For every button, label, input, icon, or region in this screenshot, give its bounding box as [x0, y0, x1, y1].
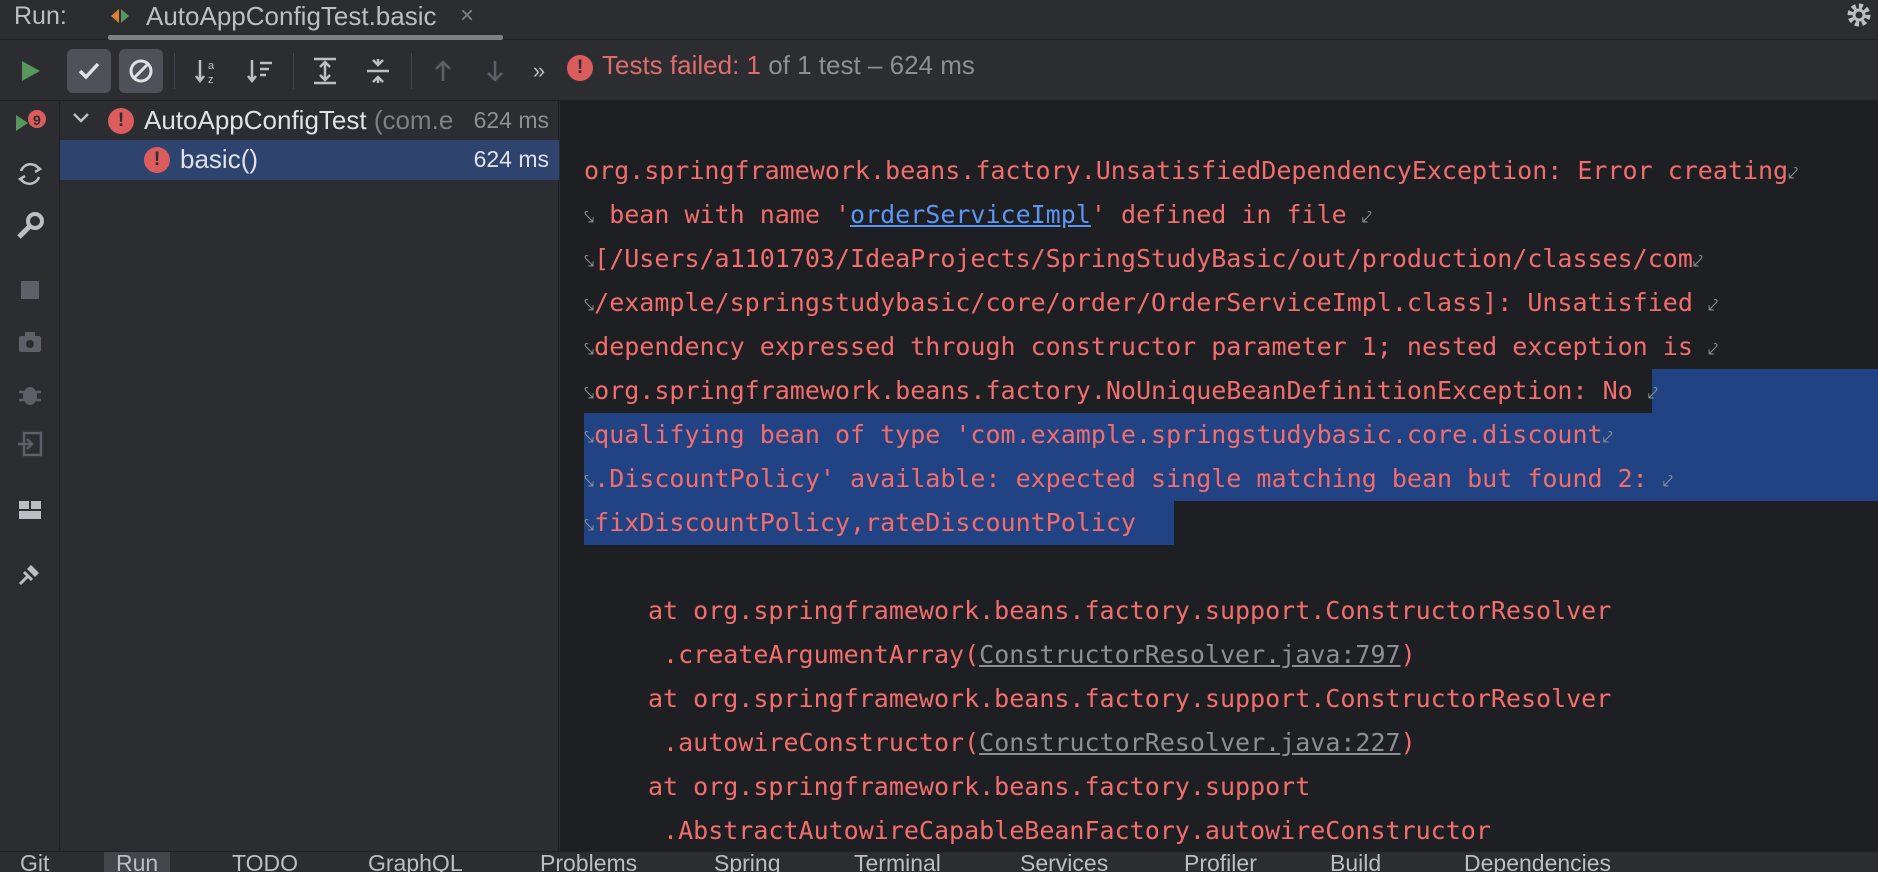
check-icon — [78, 62, 100, 80]
collapse-all-icon — [367, 59, 389, 83]
ignored-icon — [129, 59, 153, 83]
tool-tab-problems[interactable]: Problems — [540, 852, 637, 872]
toggle-auto-test-button[interactable] — [13, 157, 47, 191]
exit-icon — [18, 431, 43, 457]
console-line: ⤥ bean with name 'orderServiceImpl' defi… — [584, 200, 1372, 229]
console-line: ⤥fixDiscountPolicy,rateDiscountPolicy — [584, 508, 1136, 537]
sort-duration-icon — [247, 60, 272, 84]
test-tree: ! AutoAppConfigTest (com.e 624 ms ! basi… — [60, 101, 559, 851]
svg-text:z: z — [208, 74, 214, 86]
settings-wrench-button[interactable] — [13, 209, 47, 243]
tool-tab-git[interactable]: Git — [20, 852, 49, 872]
console-line: ⤥dependency expressed through constructo… — [584, 332, 1719, 361]
pin-tab-button[interactable] — [13, 557, 47, 591]
sort-alphabetically-button[interactable]: az — [186, 49, 230, 93]
exit-button[interactable] — [13, 427, 47, 461]
status-failed-count: Tests failed: 1 — [602, 50, 761, 80]
tab-underline — [108, 35, 503, 40]
tool-window-bar: Git Run TODO GraphQL Problems Spring Ter… — [0, 851, 1878, 872]
run-tab-title: AutoAppConfigTest.basic — [146, 1, 437, 31]
run-tab[interactable]: AutoAppConfigTest.basic × — [108, 0, 503, 40]
sort-by-duration-button[interactable] — [238, 49, 282, 93]
stack-trace-line: .autowireConstructor(ConstructorResolver… — [648, 728, 1416, 757]
test-runner-toolbar: az » ! Tests failed: 1 of 1 test – 624 m… — [0, 41, 1878, 101]
test-method-name: basic() — [180, 144, 259, 174]
tool-tab-services[interactable]: Services — [1020, 852, 1108, 872]
layout-icon — [19, 501, 41, 519]
tool-tab-spring[interactable]: Spring — [714, 852, 780, 872]
arrow-up-icon — [435, 60, 451, 81]
wrench-icon — [17, 212, 44, 239]
console-line: ⤥.DiscountPolicy' available: expected si… — [584, 464, 1673, 493]
test-method-duration: 624 ms — [469, 146, 549, 173]
stack-trace-line: .createArgumentArray(ConstructorResolver… — [648, 640, 1416, 669]
console-line: ⤥/example/springstudybasic/core/order/Or… — [584, 288, 1719, 317]
rerun-button[interactable] — [8, 49, 52, 93]
test-class-duration: 624 ms — [469, 107, 549, 134]
stop-icon — [21, 281, 39, 299]
expand-all-button[interactable] — [303, 49, 347, 93]
pin-icon — [18, 565, 39, 586]
dump-threads-button[interactable] — [13, 325, 47, 359]
arrow-down-icon — [487, 61, 503, 82]
tool-tab-build[interactable]: Build — [1330, 852, 1381, 872]
run-side-toolbar: 9 — [0, 101, 60, 851]
error-status-icon: ! — [567, 55, 593, 81]
show-passed-toggle[interactable] — [67, 49, 111, 93]
test-class-node[interactable]: ! AutoAppConfigTest (com.e 624 ms — [60, 101, 559, 141]
stack-trace-line: .AbstractAutowireCapableBeanFactory.auto… — [648, 816, 1491, 845]
failed-test-icon: ! — [144, 147, 170, 173]
more-actions-button[interactable]: » — [518, 49, 560, 93]
source-link[interactable]: ConstructorResolver.java:227 — [979, 728, 1400, 757]
close-icon[interactable]: × — [460, 2, 474, 30]
console-output[interactable]: org.springframework.beans.factory.Unsati… — [560, 101, 1878, 851]
console-line: ⤥qualifying bean of type 'com.example.sp… — [584, 420, 1613, 449]
rerun-failed-tests-button[interactable]: 9 — [13, 105, 47, 139]
svg-text:9: 9 — [33, 112, 41, 128]
console-line: ⤥[/Users/a1101703/IdeaProjects/SpringStu… — [584, 244, 1704, 273]
expand-all-icon — [314, 57, 336, 85]
run-label: Run: — [14, 2, 67, 30]
failed-test-icon: ! — [108, 108, 134, 134]
play-icon — [22, 61, 40, 81]
test-class-name: AutoAppConfigTest — [144, 105, 367, 135]
rerun-failed-icon: 9 — [16, 110, 46, 131]
chevron-down-icon[interactable] — [70, 107, 92, 129]
text-selection — [1652, 369, 1878, 413]
tool-tab-profiler[interactable]: Profiler — [1184, 852, 1257, 872]
tool-tab-terminal[interactable]: Terminal — [854, 852, 941, 872]
collapse-all-button[interactable] — [356, 49, 400, 93]
gear-icon[interactable] — [1844, 0, 1874, 30]
status-summary: of 1 test – 624 ms — [760, 50, 975, 80]
test-method-node[interactable]: ! basic() 624 ms — [60, 140, 559, 180]
svg-text:a: a — [208, 60, 215, 72]
previous-failed-button[interactable] — [421, 49, 465, 93]
run-tool-window-header: Run: AutoAppConfigTest.basic × — [0, 0, 1878, 40]
auto-test-icon — [17, 162, 43, 186]
tool-tab-todo[interactable]: TODO — [232, 852, 298, 872]
stack-trace-line: at org.springframework.beans.factory.sup… — [648, 772, 1311, 801]
layout-button[interactable] — [13, 493, 47, 527]
stack-trace-line: at org.springframework.beans.factory.sup… — [648, 596, 1612, 625]
source-link[interactable]: ConstructorResolver.java:797 — [979, 640, 1400, 669]
stop-button[interactable] — [13, 273, 47, 307]
test-status-text: Tests failed: 1 of 1 test – 624 ms — [602, 50, 975, 81]
bug-icon — [19, 387, 41, 405]
sort-az-icon: az — [195, 60, 215, 86]
tool-tab-dependencies[interactable]: Dependencies — [1464, 852, 1611, 872]
tool-tab-run[interactable]: Run — [104, 852, 171, 872]
stack-trace-line: at org.springframework.beans.factory.sup… — [648, 684, 1612, 713]
next-failed-button[interactable] — [473, 49, 517, 93]
debug-button[interactable] — [13, 377, 47, 411]
tool-tab-graphql[interactable]: GraphQL — [368, 852, 463, 872]
console-line: org.springframework.beans.factory.Unsati… — [584, 156, 1799, 185]
bean-name-link[interactable]: orderServiceImpl — [850, 200, 1091, 229]
test-class-label: AutoAppConfigTest (com.e — [144, 105, 453, 136]
show-ignored-toggle[interactable] — [119, 49, 163, 93]
run-config-icon — [108, 4, 132, 28]
test-class-package: (com.e — [366, 105, 454, 135]
console-line: ⤥org.springframework.beans.factory.NoUni… — [584, 376, 1658, 405]
camera-icon — [19, 332, 41, 352]
